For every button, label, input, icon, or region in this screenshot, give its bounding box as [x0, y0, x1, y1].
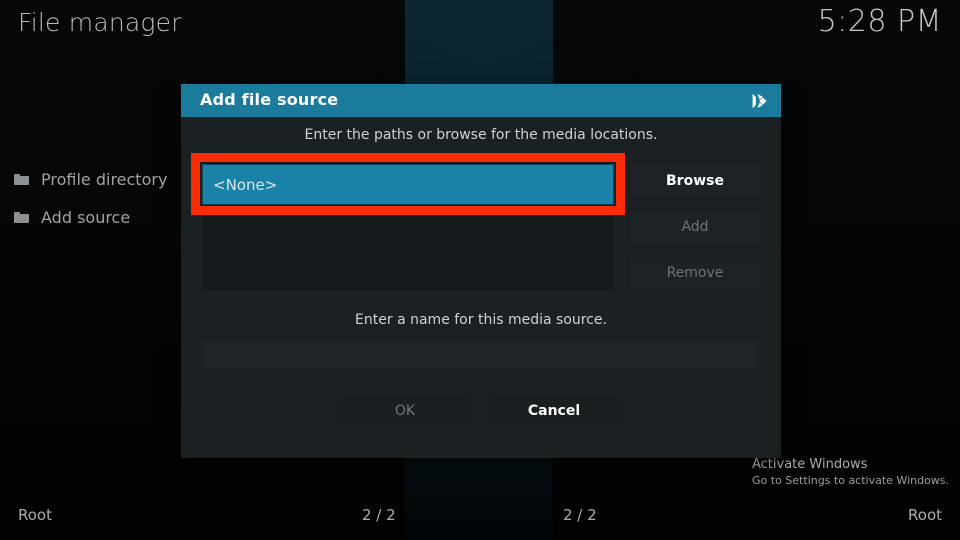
add-file-source-dialog: Add file source Enter the paths or brows… [181, 84, 781, 458]
paths-list-item-selected[interactable]: <None> [202, 164, 614, 205]
ok-button[interactable]: OK [340, 396, 470, 426]
watermark-title: Activate Windows [752, 457, 868, 472]
page-title: File manager [18, 8, 182, 37]
status-right-count: 2 / 2 [563, 506, 597, 524]
status-right-path: Root [908, 506, 942, 524]
name-hint-label: Enter a name for this media source. [355, 312, 607, 328]
browse-button[interactable]: Browse [630, 165, 760, 196]
status-bar: Root 2 / 2 2 / 2 Root [0, 496, 960, 540]
paths-list-item-label: <None> [213, 175, 278, 194]
paths-hint-label: Enter the paths or browse for the media … [304, 127, 658, 143]
list-item-profile-directory[interactable]: Profile directory [0, 160, 180, 198]
kodi-logo-icon [752, 93, 767, 109]
folder-icon [14, 211, 29, 223]
media-source-name-input[interactable] [204, 341, 756, 368]
kodi-file-manager-screen: File manager 5:28 PM Profile directory A… [0, 0, 960, 540]
list-item-label: Add source [41, 207, 131, 227]
status-left-path: Root [18, 506, 52, 524]
folder-icon [14, 173, 29, 185]
cancel-button[interactable]: Cancel [489, 396, 619, 426]
list-item-label: Profile directory [41, 169, 168, 189]
add-button[interactable]: Add [630, 211, 760, 242]
list-item-add-source[interactable]: Add source [0, 198, 180, 236]
watermark-subtitle: Go to Settings to activate Windows. [752, 474, 950, 487]
status-left-count: 2 / 2 [362, 506, 396, 524]
dialog-title-bar: Add file source [181, 84, 781, 117]
activate-windows-watermark: Activate Windows Go to Settings to activ… [752, 456, 949, 488]
dialog-title: Add file source [200, 90, 339, 109]
remove-button[interactable]: Remove [630, 257, 760, 288]
file-list-left: Profile directory Add source [0, 160, 180, 236]
clock: 5:28 PM [817, 4, 942, 39]
